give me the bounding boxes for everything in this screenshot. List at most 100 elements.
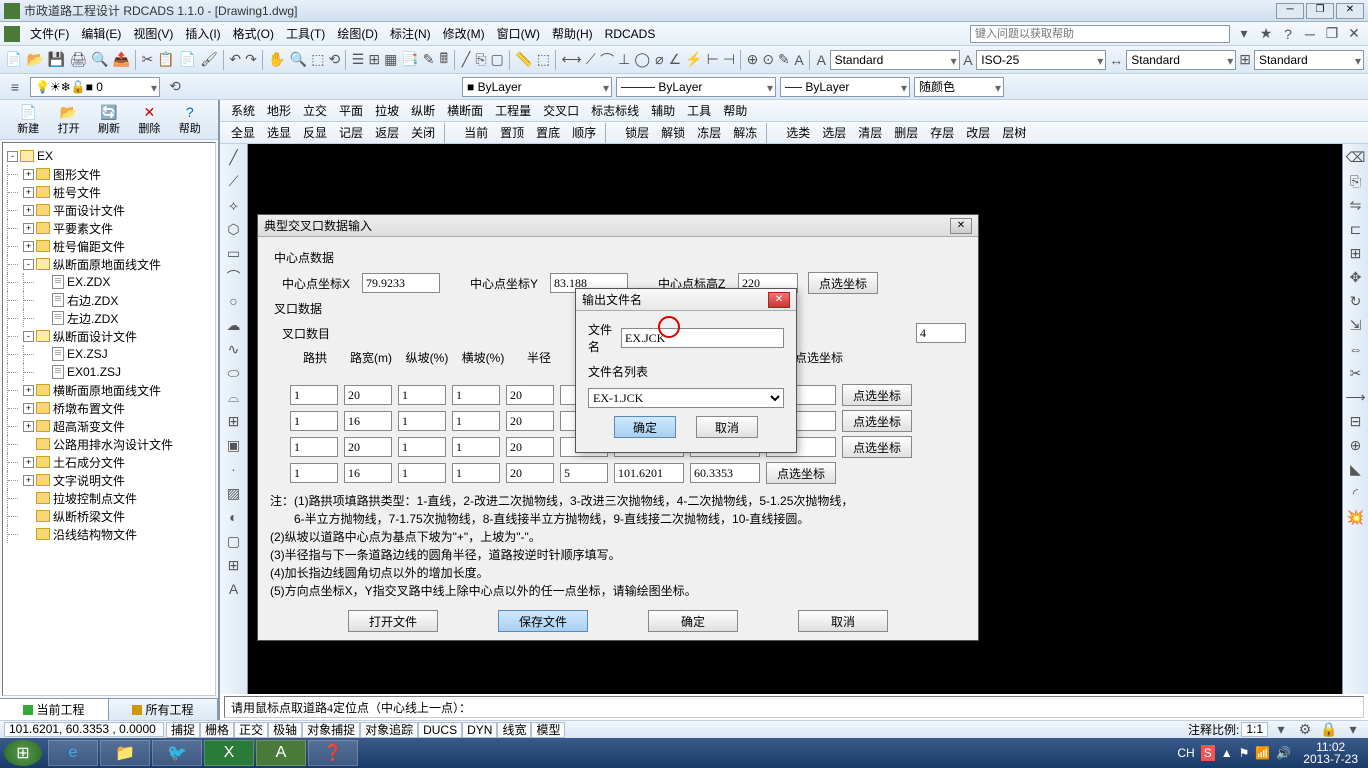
- status-toggle[interactable]: 正交: [234, 722, 268, 738]
- rect-tool-icon[interactable]: ▭: [223, 242, 245, 264]
- copy-icon[interactable]: 📋: [156, 49, 175, 71]
- sheet-set-icon[interactable]: 📑: [400, 49, 419, 71]
- layer-op-item[interactable]: 清层: [853, 122, 887, 143]
- pick-coord-button[interactable]: 点选坐标: [842, 410, 912, 432]
- arc-tool-icon[interactable]: ⌒: [223, 266, 245, 288]
- status-toggle[interactable]: DUCS: [418, 722, 462, 738]
- tray-net-icon[interactable]: 📶: [1255, 746, 1270, 760]
- dlg2-cancel-button[interactable]: 取消: [696, 416, 758, 438]
- grid-cell-input[interactable]: [398, 463, 446, 483]
- layer-op-item[interactable]: 冻层: [692, 122, 726, 143]
- status-toggle[interactable]: 捕捉: [166, 722, 200, 738]
- grid-cell-input[interactable]: [398, 437, 446, 457]
- design-center-icon[interactable]: ⊞: [367, 49, 381, 71]
- layer-op-item[interactable]: 锁层: [620, 122, 654, 143]
- layer-op-item[interactable]: 反显: [298, 122, 332, 143]
- dim-linear-icon[interactable]: ⟷: [560, 49, 582, 71]
- cad-menu-item[interactable]: 工程量: [490, 100, 536, 121]
- tree-node[interactable]: +横断面原地面线文件: [7, 381, 211, 399]
- status-toggle[interactable]: 栅格: [200, 722, 234, 738]
- layer-op-item[interactable]: 改层: [961, 122, 995, 143]
- grid-cell-input[interactable]: [690, 463, 760, 483]
- doc-close-icon[interactable]: ✕: [1344, 23, 1364, 45]
- grid-cell-input[interactable]: [506, 463, 554, 483]
- pick-coord-button[interactable]: 点选坐标: [842, 436, 912, 458]
- doc-min-icon[interactable]: ─: [1300, 23, 1320, 45]
- undo-icon[interactable]: ↶: [228, 49, 242, 71]
- pick-coord-button[interactable]: 点选坐标: [766, 462, 836, 484]
- dim-cont-icon[interactable]: ⊣: [722, 49, 736, 71]
- scale-icon[interactable]: ⇲: [1345, 314, 1367, 336]
- mtext-tool-icon[interactable]: A: [223, 578, 245, 600]
- layer-op-item[interactable]: 全显: [226, 122, 260, 143]
- cad-menu-item[interactable]: 帮助: [718, 100, 752, 121]
- pick-coord-button[interactable]: 点选坐标: [842, 384, 912, 406]
- erase-icon[interactable]: ⌫: [1345, 146, 1367, 168]
- grid-cell-input[interactable]: [452, 385, 500, 405]
- dim-radius-icon[interactable]: ◯: [633, 49, 651, 71]
- text-tool-icon[interactable]: A: [962, 49, 975, 71]
- taskbar-ie-icon[interactable]: e: [48, 740, 98, 766]
- tree-node[interactable]: +平要素文件: [7, 219, 211, 237]
- save-file-button[interactable]: 保存文件: [498, 610, 588, 632]
- tree-node[interactable]: +图形文件: [7, 165, 211, 183]
- status-toggle[interactable]: DYN: [462, 722, 497, 738]
- tree-root[interactable]: -EX: [7, 147, 211, 165]
- dim-ord-icon[interactable]: ⊥: [617, 49, 631, 71]
- cad-menu-item[interactable]: 横断面: [442, 100, 488, 121]
- save-icon[interactable]: 💾: [47, 49, 66, 71]
- tree-node[interactable]: -纵断面原地面线文件: [7, 255, 211, 273]
- layer-op-item[interactable]: 返层: [370, 122, 404, 143]
- clock[interactable]: 11:02 2013-7-23: [1297, 741, 1364, 765]
- tree-node[interactable]: +超高渐变文件: [7, 417, 211, 435]
- tray-up-icon[interactable]: ▲: [1221, 746, 1233, 760]
- layer-op-item[interactable]: 置底: [531, 122, 565, 143]
- pline-tool-icon[interactable]: ⟡: [223, 194, 245, 216]
- menu-file[interactable]: 文件(F): [24, 23, 75, 44]
- mleader-style-combo[interactable]: Standard: [1254, 50, 1364, 70]
- cad-menu-item[interactable]: 纵断: [406, 100, 440, 121]
- tree-node[interactable]: 左边.ZDX: [7, 309, 211, 327]
- anno-toggle-icon[interactable]: ▾: [1270, 719, 1292, 741]
- tray-vol-icon[interactable]: 🔊: [1276, 746, 1291, 760]
- print-icon[interactable]: 🖨: [68, 49, 88, 71]
- tree-node[interactable]: EX01.ZSJ: [7, 363, 211, 381]
- text-style-combo[interactable]: Standard: [830, 50, 960, 70]
- help-search-input[interactable]: [970, 25, 1230, 43]
- tree-node[interactable]: 拉坡控制点文件: [7, 489, 211, 507]
- make-block-icon[interactable]: ▣: [223, 434, 245, 456]
- cut-icon[interactable]: ✂: [141, 49, 155, 71]
- filename-input[interactable]: [621, 328, 784, 348]
- menu-draw[interactable]: 绘图(D): [331, 23, 384, 44]
- restore-button[interactable]: ❐: [1306, 3, 1334, 19]
- properties-icon[interactable]: ☰: [351, 49, 366, 71]
- new-icon[interactable]: 📄: [4, 49, 23, 71]
- tray-flag-icon[interactable]: ⚑: [1239, 746, 1250, 760]
- join-icon[interactable]: ⊕: [1345, 434, 1367, 456]
- grid-cell-input[interactable]: [452, 411, 500, 431]
- grid-cell-input[interactable]: [452, 463, 500, 483]
- grid-cell-input[interactable]: [290, 463, 338, 483]
- tree-node[interactable]: 右边.ZDX: [7, 291, 211, 309]
- cross-count-input[interactable]: [916, 323, 966, 343]
- menu-tools[interactable]: 工具(T): [280, 23, 331, 44]
- cad-menu-item[interactable]: 平面: [334, 100, 368, 121]
- polygon-tool-icon[interactable]: ⬡: [223, 218, 245, 240]
- grid-cell-input[interactable]: [344, 437, 392, 457]
- dim-style-combo[interactable]: ISO-25: [976, 50, 1106, 70]
- anno-vis-icon[interactable]: ⚙: [1294, 719, 1316, 741]
- grid-cell-input[interactable]: [506, 411, 554, 431]
- proj-delete-button[interactable]: ✕删除: [138, 104, 160, 136]
- explode-icon[interactable]: 💥: [1345, 506, 1367, 528]
- dlg1-cancel-button[interactable]: 取消: [798, 610, 888, 632]
- array-icon[interactable]: ⊞: [1345, 242, 1367, 264]
- grid-cell-input[interactable]: [344, 385, 392, 405]
- tree-node[interactable]: +平面设计文件: [7, 201, 211, 219]
- proj-help-button[interactable]: ?帮助: [179, 104, 201, 136]
- ime-indicator[interactable]: CH: [1177, 746, 1194, 760]
- region-tool-icon[interactable]: ▢: [223, 530, 245, 552]
- fillet-icon[interactable]: ◜: [1345, 482, 1367, 504]
- gradient-tool-icon[interactable]: ◐: [223, 506, 245, 528]
- copy-tool-icon[interactable]: ⎘: [1345, 170, 1367, 192]
- anno-scale[interactable]: 1:1: [1241, 722, 1268, 737]
